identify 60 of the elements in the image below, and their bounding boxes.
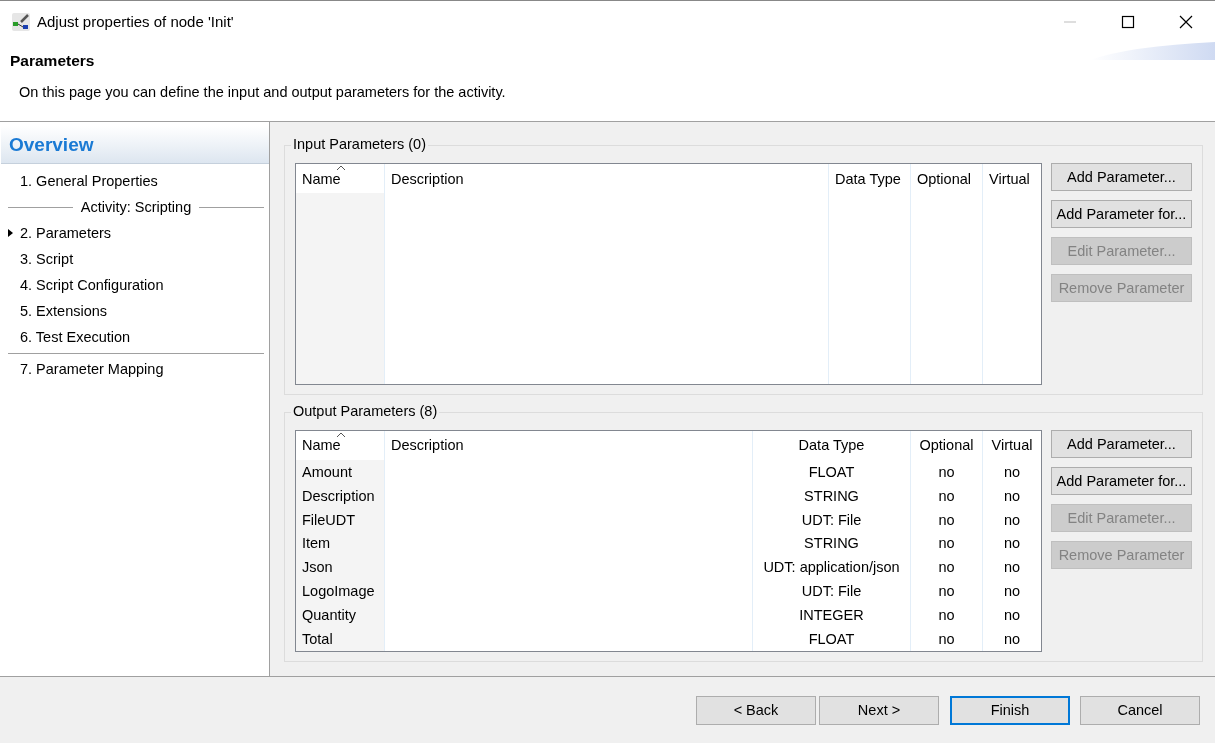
app-icon: [11, 11, 31, 32]
table-cell-text: FileUDT: [301, 510, 357, 530]
table-cell-text: UDT: application/json: [762, 558, 901, 578]
parameter-button[interactable]: Add Parameter...: [1051, 163, 1192, 191]
table-cell-text: no: [937, 606, 956, 626]
table-cell-text: Json: [301, 558, 334, 578]
table-cell-text: no: [937, 462, 956, 482]
page-title: Parameters: [10, 52, 95, 70]
nav-item[interactable]: 7. Parameter Mapping: [0, 356, 269, 382]
table-cell-text: no: [1002, 558, 1022, 578]
table-cell-text: Amount: [301, 462, 353, 482]
table-cell-text: no: [1002, 582, 1022, 602]
group-title: Input Parameters (0): [291, 136, 428, 152]
table-cell-text: Description: [301, 486, 376, 506]
table-cell-text: FLOAT: [807, 462, 856, 482]
page-description: On this page you can define the input and output parameters for the activity.: [19, 84, 507, 100]
maximize-icon[interactable]: [1121, 14, 1135, 29]
wizard-button[interactable]: < Back: [696, 695, 816, 725]
wizard-button[interactable]: Next >: [819, 695, 939, 725]
table-cell-text: UDT: File: [800, 510, 863, 530]
parameter-button[interactable]: Add Parameter for...: [1051, 200, 1192, 228]
group-title: Output Parameters (8): [291, 403, 440, 419]
nav-item[interactable]: 1. General Properties: [0, 168, 269, 194]
table-cell-text: no: [1002, 606, 1022, 626]
table-cell-text: no: [1002, 510, 1022, 530]
nav-item[interactable]: 5. Extensions: [0, 298, 269, 324]
nav-item[interactable]: 2. Parameters: [0, 220, 269, 246]
table-cell-text: UDT: File: [800, 582, 863, 602]
table-cell-text: Total: [301, 630, 334, 650]
table-cell-text: no: [937, 510, 956, 530]
sort-ascending-icon: [336, 432, 346, 438]
nav-item[interactable]: 4. Script Configuration: [0, 272, 269, 298]
parameter-button[interactable]: Add Parameter...: [1051, 430, 1192, 458]
sort-ascending-icon: [336, 165, 346, 171]
section-label: Activity: Scripting: [79, 199, 193, 215]
table-cell-text: no: [937, 534, 956, 554]
table-cell-text: no: [937, 558, 956, 578]
table-cell-text: Quantity: [301, 606, 357, 626]
window-title: Adjust properties of node 'Init': [37, 13, 235, 30]
table-cell-text: Item: [301, 534, 332, 554]
table-cell-text: INTEGER: [798, 606, 865, 626]
table-cell-text: no: [1002, 630, 1022, 650]
table-cell-text: no: [937, 486, 956, 506]
table-cell-text: no: [937, 582, 956, 602]
column-header[interactable]: Name: [296, 164, 384, 193]
table-cell-text: FLOAT: [807, 630, 856, 650]
table-cell-text: LogoImage: [301, 582, 376, 602]
wizard-button[interactable]: Cancel: [1080, 695, 1200, 725]
column-header[interactable]: Name: [296, 431, 384, 460]
table-cell-text: no: [1002, 462, 1022, 482]
nav-item[interactable]: 6. Test Execution: [0, 324, 269, 350]
table-cell-text: STRING: [803, 534, 860, 554]
table-cell-text: no: [1002, 534, 1022, 554]
close-icon[interactable]: [1179, 14, 1193, 29]
table-cell-text: no: [1002, 486, 1022, 506]
nav-item[interactable]: 3. Script: [0, 246, 269, 272]
wizard-button[interactable]: Finish: [950, 695, 1070, 725]
table-cell-text: STRING: [803, 486, 860, 506]
parameter-button[interactable]: Add Parameter for...: [1051, 467, 1192, 495]
table-cell-text: no: [937, 630, 956, 650]
